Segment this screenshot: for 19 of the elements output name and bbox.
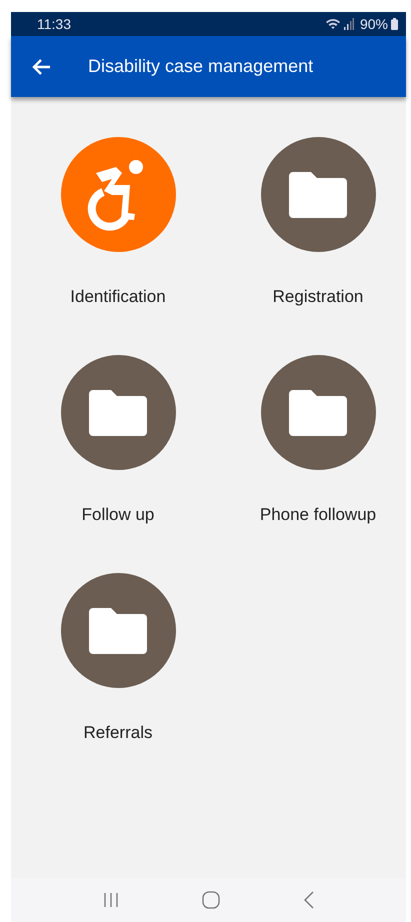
back-arrow-icon[interactable] <box>31 58 51 76</box>
recent-apps-icon[interactable] <box>102 892 118 908</box>
tile-label: Follow up <box>82 505 154 525</box>
tile-label: Phone followup <box>260 505 376 525</box>
screen-title: Disability case management <box>88 56 314 77</box>
home-icon[interactable] <box>202 891 220 909</box>
back-icon[interactable] <box>302 891 314 909</box>
folder-icon <box>89 390 147 436</box>
tile-label: Registration <box>272 287 364 307</box>
battery-icon <box>391 18 398 30</box>
folder-icon <box>89 608 147 654</box>
tile-label: Referrals <box>84 723 152 743</box>
battery-level: 90% <box>360 16 388 32</box>
folder-icon <box>289 390 347 436</box>
clock: 11:33 <box>37 16 71 32</box>
tile-label: Identification <box>70 287 166 307</box>
signal-icon <box>344 18 354 30</box>
wifi-icon <box>324 18 341 30</box>
folder-icon <box>289 172 347 218</box>
